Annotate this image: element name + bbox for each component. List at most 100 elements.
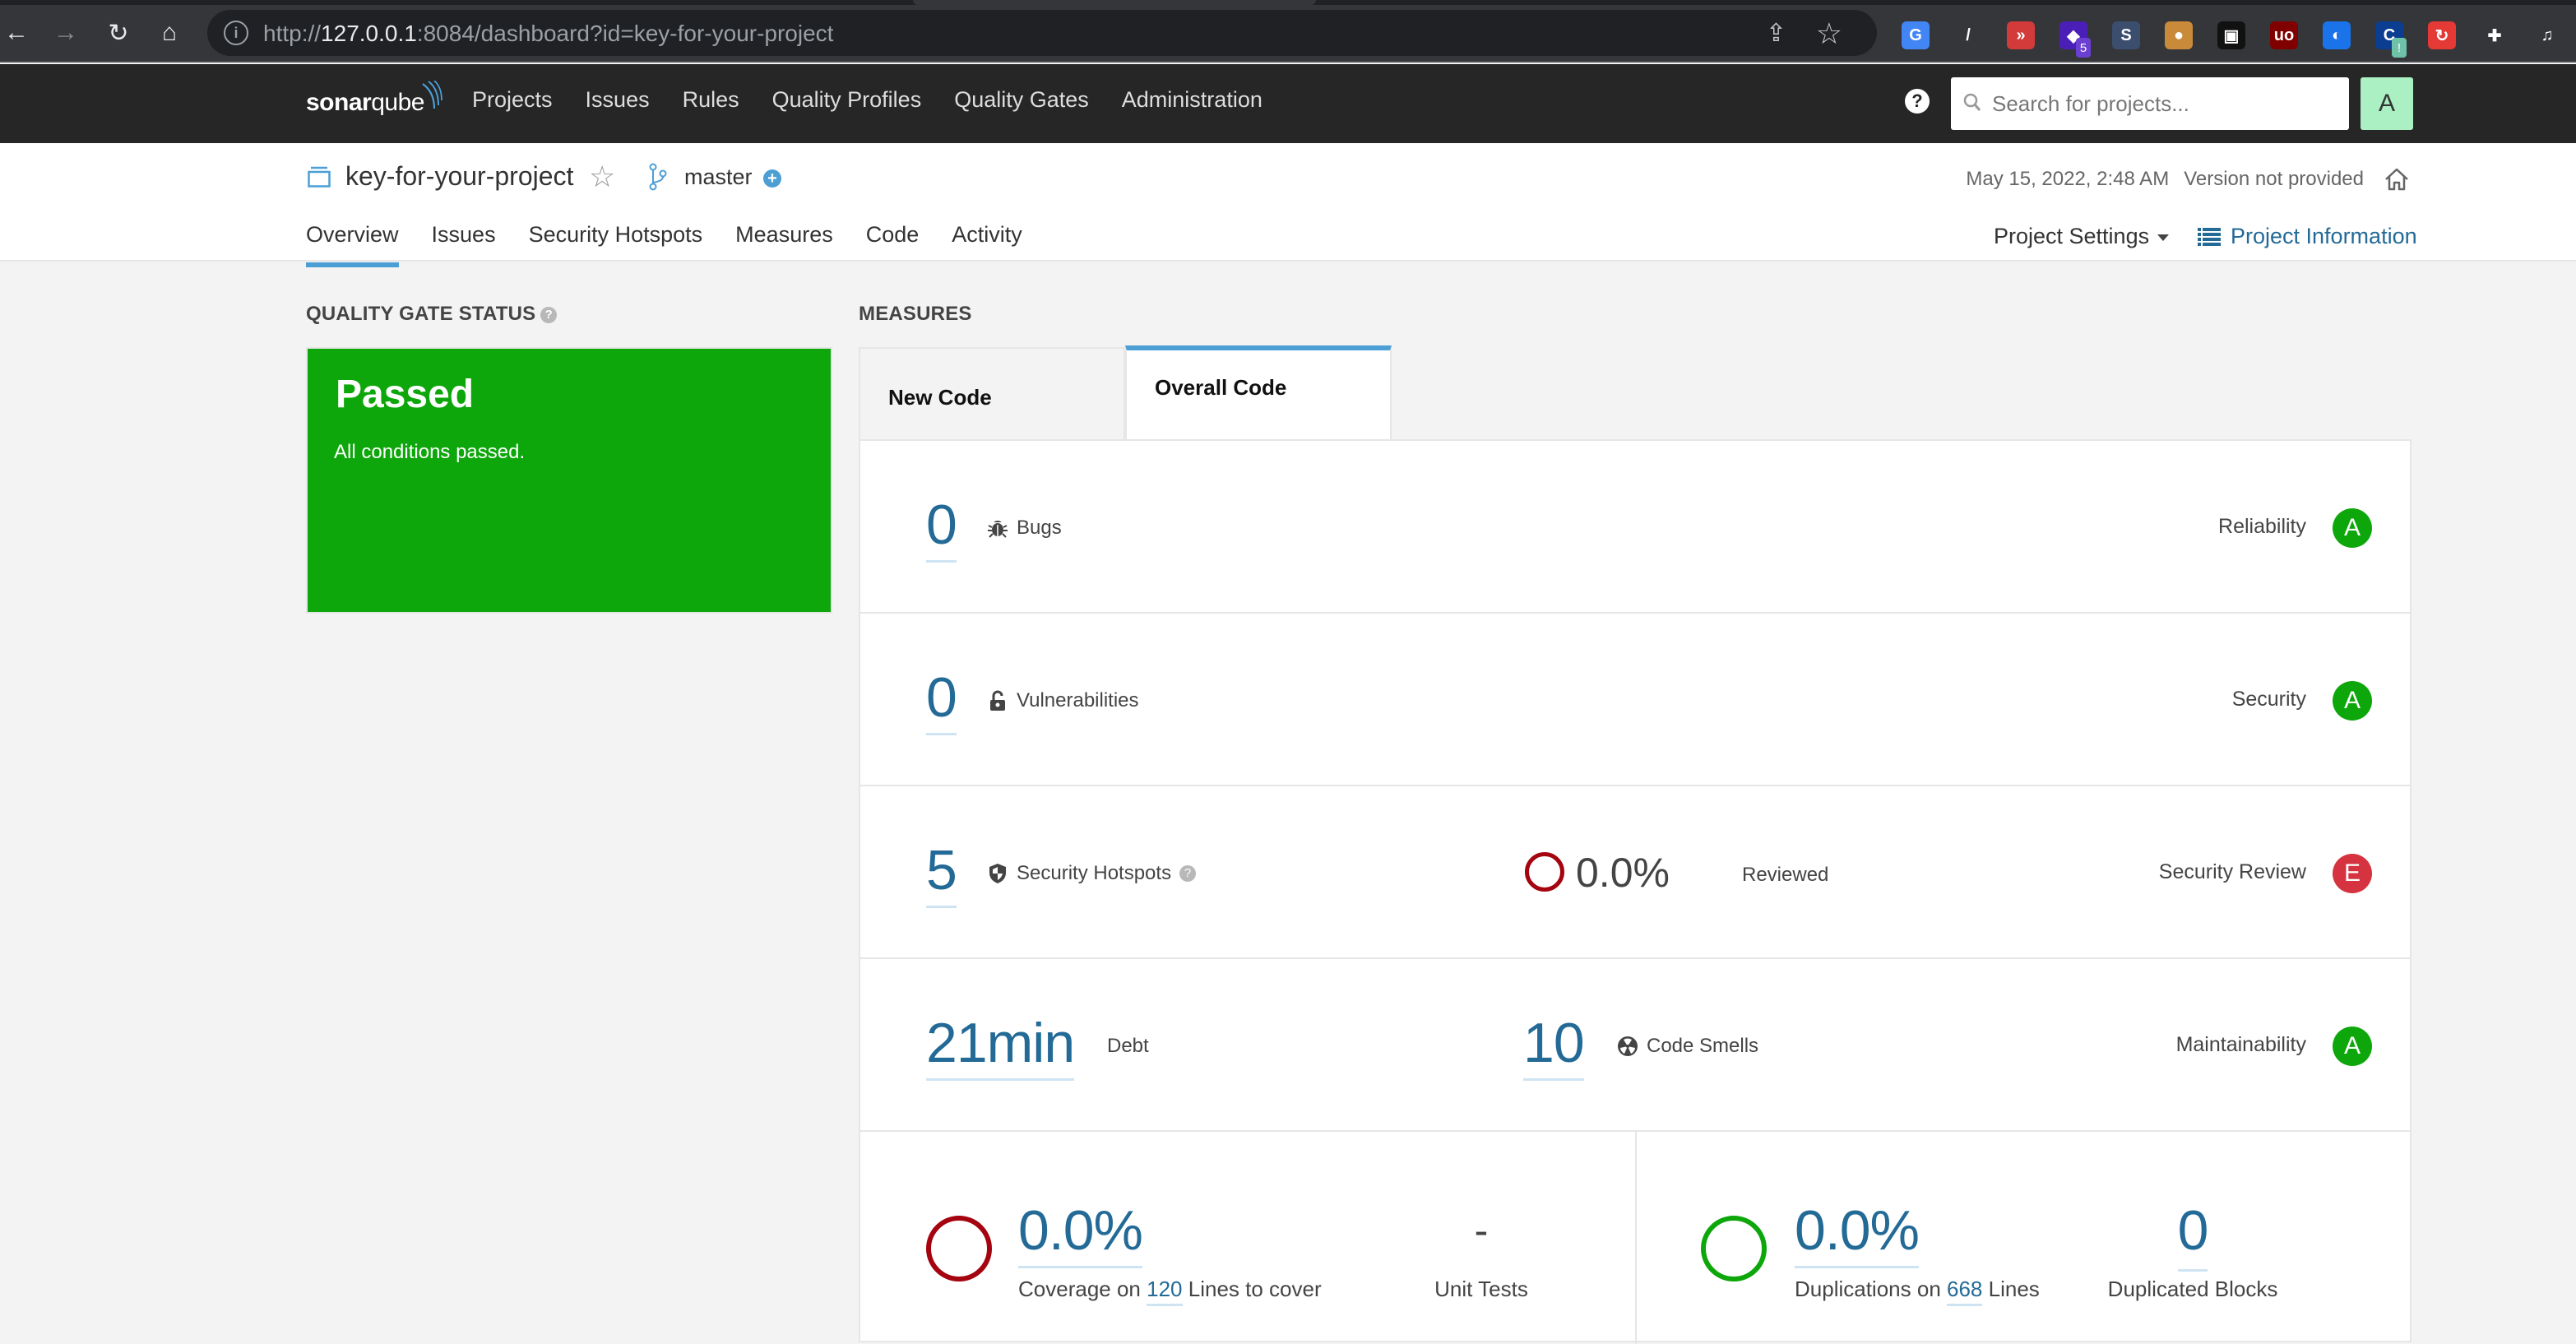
extension-badge: ! [2392,38,2407,58]
maintainability-label: Maintainability [2175,1033,2306,1056]
project-name[interactable]: key-for-your-project [345,161,573,192]
coverage-value[interactable]: 0.0% [1018,1203,1143,1268]
help-icon[interactable]: ? [1905,89,1930,114]
project-header: key-for-your-project ☆ master + May 15, … [0,143,2576,267]
logo-waves-icon [422,81,442,109]
nav-administration[interactable]: Administration [1122,87,1263,113]
window-icon[interactable]: ▣ [2217,21,2245,49]
search-input[interactable] [1992,77,2337,130]
tab-issues[interactable]: Issues [432,222,496,256]
bugs-label-text: Bugs [1017,517,1062,539]
lines-to-cover-link[interactable]: 120 [1147,1277,1182,1301]
security-review-rating[interactable]: E [2333,854,2372,893]
nav-quality-gates[interactable]: Quality Gates [954,87,1089,113]
forward-icon[interactable]: → [49,16,82,49]
reviewed-label: Reviewed [1742,864,1829,886]
tab-new-code[interactable]: New Code [859,347,1125,439]
security-label: Security [2231,688,2306,711]
coverage-suffix: Lines to cover [1188,1277,1322,1301]
hotspots-label-text: Security Hotspots [1017,862,1172,884]
quality-gate-title-text: QUALITY GATE STATUS [306,303,536,325]
duplicated-blocks-value[interactable]: 0 [2178,1199,2209,1262]
measures-panel: 0 Bugs Reliability A 0 Vulnerabilities S… [859,439,2412,1344]
list-icon [2198,227,2221,246]
hotspots-count[interactable]: 5 [926,842,957,908]
duplications-suffix: Lines [1988,1277,2040,1301]
url-path: :8084/dashboard?id=key-for-your-project [416,21,834,46]
ublock-icon[interactable]: uo [2270,21,2298,49]
tab-new-code-label: New Code [888,385,992,410]
user-avatar[interactable]: A [2361,77,2413,130]
maintainability-rating[interactable]: A [2333,1027,2372,1066]
project-settings-dropdown[interactable]: Project Settings [1994,224,2170,249]
reliability-label: Reliability [2218,515,2306,538]
duplications-value[interactable]: 0.0% [1795,1203,1920,1268]
reliability-rating[interactable]: A [2333,508,2372,548]
puzzle-icon[interactable]: ✚ [2481,21,2509,49]
duplications-subtitle: Duplications on 668 Lines [1795,1277,2040,1302]
reviewed-ring-icon [1525,852,1564,892]
add-branch-icon[interactable]: + [763,169,781,188]
tab-code[interactable]: Code [866,222,920,256]
debt-label: Debt [1107,1035,1149,1057]
global-navigation: sonarqube Projects Issues Rules Quality … [0,64,2576,143]
bookmark-star-icon[interactable]: ☆ [1816,16,1842,51]
extension-badge: 5 [2076,38,2091,58]
analysis-date: May 15, 2022, 2:48 AM [1966,168,2170,190]
google-translate-icon[interactable]: G [1902,21,1930,49]
project-information-link[interactable]: Project Information [2198,224,2417,249]
project-version: Version not provided [2184,168,2364,190]
duplicated-blocks: 0 Duplicated Blocks [2094,1203,2291,1302]
unit-tests-label: Unit Tests [1434,1277,1528,1301]
reviewed-percent[interactable]: 0.0% [1576,849,1670,897]
help-icon[interactable]: ? [1179,865,1197,882]
unlock-icon [990,690,1005,711]
url-text[interactable]: http://127.0.0.1:8084/dashboard?id=key-f… [263,21,833,47]
bug-icon [988,521,1008,538]
branch-icon [649,163,667,191]
reload-icon[interactable]: ↻ [102,16,135,49]
security-rating[interactable]: A [2333,681,2372,721]
coverage-subtitle: Coverage on 120 Lines to cover [1018,1277,1322,1302]
nav-projects[interactable]: Projects [472,87,553,113]
address-bar[interactable]: i http://127.0.0.1:8084/dashboard?id=key… [207,10,1877,56]
branch-name[interactable]: master [684,165,753,190]
project-search[interactable] [1951,77,2349,130]
vulnerabilities-count[interactable]: 0 [926,670,957,735]
tab-activity[interactable]: Activity [952,222,1022,256]
fast-forward-icon[interactable]: » [2007,21,2035,49]
code-smells-count[interactable]: 10 [1523,1015,1585,1081]
nav-issues[interactable]: Issues [586,87,650,113]
project-icon [308,166,331,188]
s-extension-icon[interactable]: S [2112,21,2140,49]
sonarqube-logo[interactable]: sonarqube [306,81,442,117]
tab-measures[interactable]: Measures [735,222,833,256]
code-smell-icon [1618,1036,1638,1056]
cookie-icon[interactable]: ● [2165,21,2193,49]
media-icon[interactable]: ♫ [2533,21,2561,49]
security-review-label: Security Review [2158,860,2306,883]
tab-overview[interactable]: Overview [306,222,399,267]
lock-extension-icon[interactable]: ◐ [2323,21,2351,49]
tab-overall-code[interactable]: Overall Code [1125,345,1392,439]
nav-quality-profiles[interactable]: Quality Profiles [772,87,922,113]
share-icon[interactable]: ⇪ [1766,19,1786,48]
home-icon[interactable]: ⌂ [153,16,186,49]
coverage-duplications-row: 0.0% Coverage on 120 Lines to cover - Un… [860,1132,2410,1344]
logo-bold-text: sonar [306,89,372,116]
duplications-lines-link[interactable]: 668 [1947,1277,1982,1301]
logo-light-text: qube [371,89,424,116]
sync-extension-icon[interactable]: ↻ [2428,21,2456,49]
help-icon[interactable]: ? [540,307,558,323]
nav-rules[interactable]: Rules [683,87,739,113]
site-info-icon[interactable]: i [224,21,248,45]
set-home-icon[interactable] [2384,166,2410,192]
bugs-count[interactable]: 0 [926,497,957,563]
back-icon[interactable]: ← [0,16,33,49]
project-information-label: Project Information [2231,224,2417,248]
favorite-star-icon[interactable]: ☆ [589,160,615,194]
tab-security-hotspots[interactable]: Security Hotspots [529,222,703,256]
debt-value[interactable]: 21min [926,1015,1075,1081]
eyedropper-icon[interactable]: / [1954,21,1982,49]
measures-tabs: New Code Overall Code [859,345,1392,439]
